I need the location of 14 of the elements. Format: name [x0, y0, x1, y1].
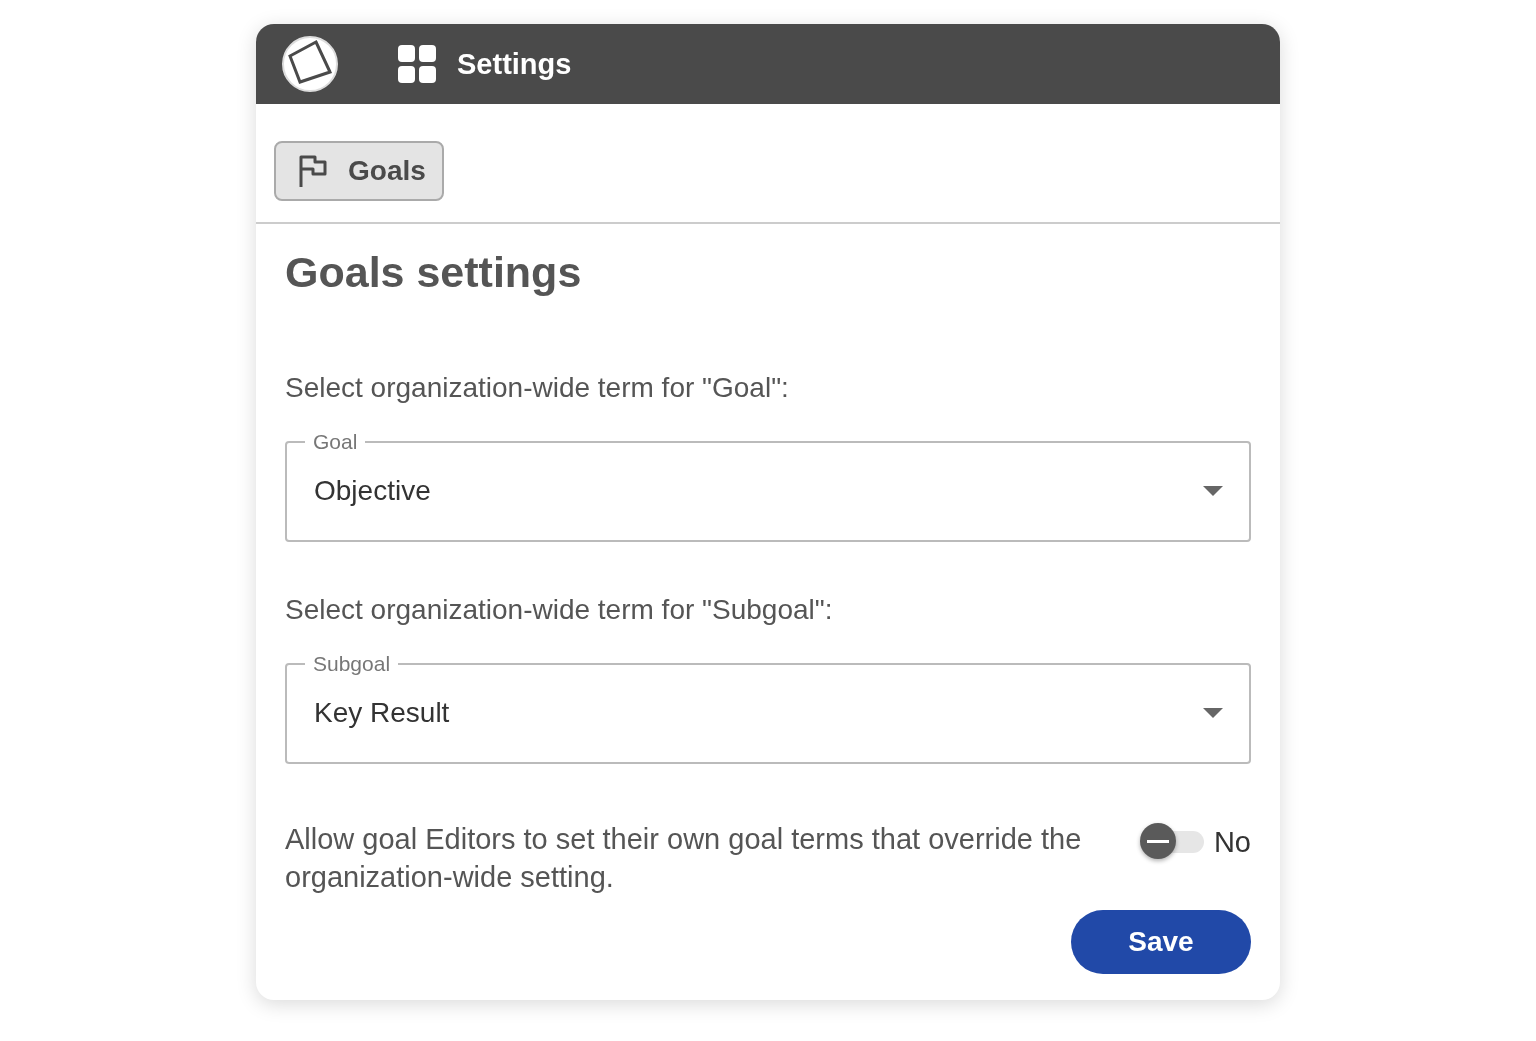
header-title: Settings	[457, 47, 572, 81]
select-prompt: Select organization-wide term for "Goal":	[285, 372, 790, 404]
toggle-label: No	[1213, 825, 1251, 859]
goals-tab[interactable]: Goals	[274, 141, 444, 201]
override-description: Allow goal Editors to set their own goal terms that override the organization-wide setting.	[285, 822, 1083, 895]
grid-icon[interactable]	[398, 45, 436, 83]
caret-icon	[1203, 708, 1223, 718]
flag-icon	[298, 154, 328, 188]
caret-icon	[1203, 486, 1223, 496]
select-prompt: Select organization-wide term for "Subgoal":	[285, 594, 834, 626]
logo-icon	[280, 34, 340, 94]
toggle-switch[interactable]	[1139, 823, 1204, 861]
save-button[interactable]: Save	[1071, 910, 1251, 974]
page-title: Goals settings	[285, 248, 583, 298]
